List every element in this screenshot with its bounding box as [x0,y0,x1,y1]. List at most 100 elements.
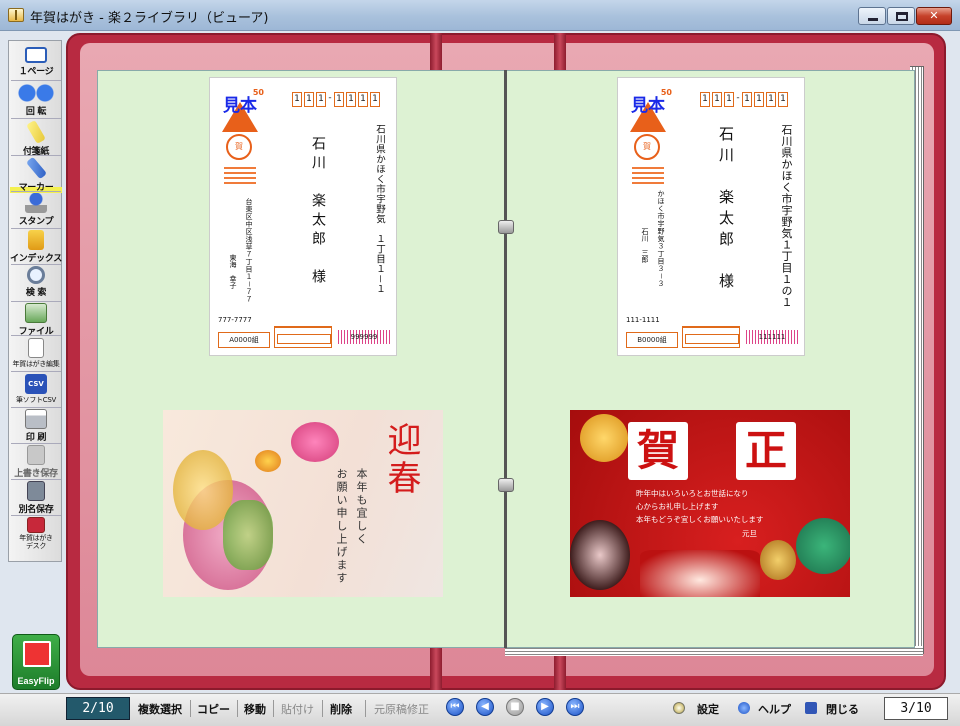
postcard-edit-button[interactable]: 年賀はがき編集 [10,338,62,369]
left-greeting-card[interactable]: 迎春 本年も宜しく お願い申し上げます [163,410,443,597]
stamp-seal: 賀 [226,134,252,160]
delete-button[interactable]: 削除 [330,701,352,717]
left-page-indicator: 2/10 [66,697,130,720]
csv-button[interactable]: CSV 筆ソフトCSV [10,374,62,405]
decoration-temari-ball [580,414,628,462]
marker-button[interactable]: マーカー [10,156,62,193]
zip-digit: 1 [742,92,752,107]
move-button[interactable]: 移動 [244,701,266,717]
last-page-icon: ⏭ [570,701,580,712]
decoration-kite [640,550,760,597]
sticky-note-icon [26,119,46,145]
zip-digit: 1 [292,92,302,107]
close-window-button[interactable]: ✕ [916,7,952,25]
easyflip-logo-text: EasyFlip [17,676,55,686]
sender-name: 石川 三郎 [641,228,649,263]
postcard-desk-label: 年賀はがき デスク [19,534,53,550]
stamp-wave-icon [224,164,256,186]
maximize-icon [896,12,908,21]
postcard-barcode: 999999 [338,330,390,344]
single-page-icon [25,47,47,63]
search-label: 検 索 [25,288,47,298]
copy-button[interactable]: コピー [197,701,230,717]
paste-button[interactable]: 貼付け [281,701,314,717]
next-page-button[interactable]: ▶ [536,698,554,716]
easyflip-logo: EasyFlip [12,634,60,690]
csv-icon: CSV [25,374,47,394]
overwrite-save-button[interactable]: 上書き保存 [10,445,62,479]
file-icon [25,303,47,323]
stamp-wave-icon [632,164,664,186]
index-button[interactable]: インデックス [10,230,62,264]
zip-digit: 1 [766,92,776,107]
postcard-logo-box: A0000組 [218,332,270,348]
save-icon [27,445,45,465]
postcard-logo-box: B0000組 [626,332,678,348]
sticky-note-button[interactable]: 付箋紙 [10,119,62,157]
help-icon [738,702,750,714]
stamp-seal: 賀 [634,134,660,160]
card-message-line: 本年も宜しく [355,468,368,546]
left-postcard[interactable]: 50 見本 賀 1 1 1 - 1 1 1 1 石川県かほく市宇野気 １丁目１－… [209,77,397,356]
print-button[interactable]: 印 刷 [10,409,62,443]
stamp-label: スタンプ [18,217,54,227]
zip-digit: 1 [346,92,356,107]
next-page-icon: ▶ [541,701,549,712]
window-title: 年賀はがき - 楽２ライブラリ（ビューア) [30,11,269,26]
restore-original-button[interactable]: 元原稿修正 [374,701,429,717]
postcard-edit-label: 年賀はがき編集 [12,360,60,368]
recipient-zip: 1 1 1 - 1 1 1 1 [700,92,788,107]
settings-button[interactable]: 設定 [697,701,719,717]
recipient-zip: 1 1 1 - 1 1 1 1 [292,92,380,107]
index-icon [28,230,44,250]
first-page-icon: ⏮ [450,701,460,712]
search-button[interactable]: 検 索 [10,266,62,298]
stamp-button[interactable]: スタンプ [10,193,62,227]
minimize-button[interactable] [858,7,886,25]
decoration-doll [570,520,630,590]
postcard-desk-icon [27,517,45,533]
single-page-button[interactable]: １ページ [10,47,62,77]
file-button[interactable]: ファイル [10,303,62,337]
book-spine [504,70,507,648]
rotate-button[interactable]: 回 転 [10,83,62,117]
multi-select-button[interactable]: 複数選択 [138,701,182,717]
print-label: 印 刷 [25,433,47,443]
maximize-button[interactable] [887,7,915,25]
zip-digit: 1 [712,92,722,107]
search-icon [27,266,45,284]
sender-address: 台東区中区浅草７丁目１－７７ [245,198,253,303]
rotate-label: 回 転 [25,107,47,117]
sho-character: 正 [736,422,796,480]
prev-page-button[interactable]: ◀ [476,698,494,716]
recipient-name: 石川 楽太郎 様 [717,126,735,294]
help-button[interactable]: ヘルプ [758,701,791,717]
zip-digit: 1 [754,92,764,107]
zip-dash: - [328,93,332,103]
binding-ring-bottom [498,478,514,492]
last-page-button[interactable]: ⏭ [566,698,584,716]
close-button[interactable]: 閉じる [826,701,859,717]
postcard-edit-icon [28,338,44,358]
app-book-icon [8,8,24,22]
right-greeting-card[interactable]: 賀 正 昨年中はいろいろとお世話になり 心からお礼申し上げます 本年もどうぞ宜し… [570,410,850,597]
greeting-signoff: 元旦 [742,529,757,538]
stop-button[interactable]: ■ [506,698,524,716]
close-book-icon [805,702,817,714]
binding-ring-top [498,220,514,234]
sender-zip: 111-1111 [626,316,660,324]
save-as-button[interactable]: 別名保存 [10,481,62,515]
postage-stamp: 50 見本 賀 [626,82,672,190]
printer-icon [25,409,47,429]
right-postcard[interactable]: 50 見本 賀 1 1 1 - 1 1 1 1 石川県かほく市宇野気１丁目１の１… [617,77,805,356]
greeting-line: 心からお礼申し上げます [636,502,719,511]
first-page-button[interactable]: ⏮ [446,698,464,716]
single-page-label: １ページ [18,67,54,77]
close-icon: ✕ [929,9,939,22]
ga-character: 賀 [628,422,688,480]
recipient-name: 石川 楽太郎 様 [310,136,326,288]
postcard-desk-button[interactable]: 年賀はがき デスク [10,517,62,550]
card-message-line: お願い申し上げます [335,468,348,585]
prev-page-icon: ◀ [481,701,489,712]
zip-digit: 1 [304,92,314,107]
